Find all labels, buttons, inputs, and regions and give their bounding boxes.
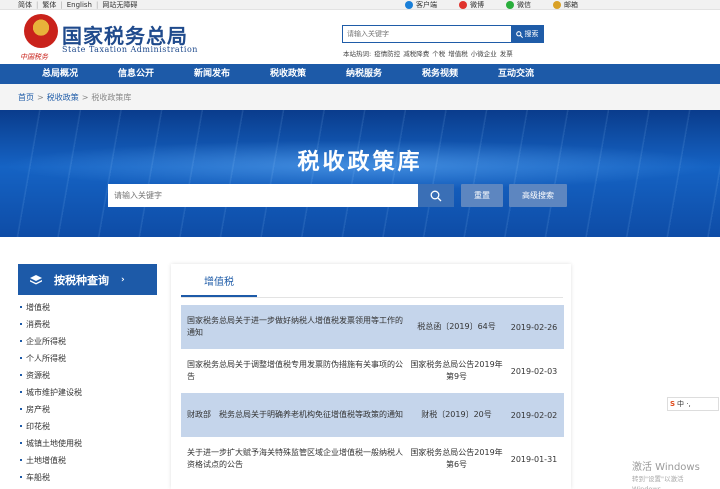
lang-simplified[interactable]: 简体	[18, 0, 32, 10]
policy-title[interactable]: 财政部 税务总局关于明确养老机构免征增值税等政策的通知	[181, 409, 409, 421]
accessibility-link[interactable]: 网站无障碍	[102, 0, 137, 10]
top-utility-bar: 简体 | 繁体 | English | 网站无障碍 客户端 微博 微信 邮箱	[0, 0, 720, 10]
sidebar-item-resource-tax[interactable]: 资源税	[18, 367, 157, 384]
client-link[interactable]: 客户端	[405, 0, 437, 10]
policy-number: 国家税务总局公告2019年第6号	[410, 448, 503, 469]
ime-toolbar[interactable]: S 中 ·,	[667, 397, 719, 411]
top-links: 客户端 微博 微信 邮箱	[405, 0, 600, 10]
policy-date: 2019-02-26	[510, 322, 558, 332]
lang-traditional[interactable]: 繁体	[42, 0, 56, 10]
sidebar-item-property-tax[interactable]: 房产税	[18, 401, 157, 418]
tab-vat[interactable]: 增值税	[181, 273, 257, 297]
sidebar-item-land-appreciation-tax[interactable]: 土地增值税	[18, 452, 157, 469]
site-header: 中国税务 国家税务总局 State Taxation Administratio…	[0, 10, 720, 64]
policy-date: 2019-02-03	[510, 366, 558, 376]
tab-divider	[181, 297, 563, 298]
hot-word[interactable]: 疫情防控	[374, 48, 400, 58]
breadcrumb-current: 税收政策库	[91, 92, 132, 102]
nav-overview[interactable]: 总局概况	[22, 64, 98, 84]
nav-disclosure[interactable]: 信息公开	[98, 64, 174, 84]
table-row[interactable]: 国家税务总局关于进一步做好纳税人增值税发票领用等工作的通知 税总函〔2019〕6…	[181, 305, 564, 349]
policy-number: 财税〔2019〕20号	[421, 410, 492, 419]
breadcrumb-home[interactable]: 首页	[18, 92, 34, 103]
nav-interaction[interactable]: 互动交流	[478, 64, 554, 84]
table-row[interactable]: 关于进一步扩大赋予海关特殊监管区域企业增值税一般纳税人资格试点的公告 国家税务总…	[181, 437, 564, 481]
header-search-button[interactable]: 搜索	[511, 26, 543, 42]
advanced-search-button[interactable]: 高级搜索	[509, 184, 567, 207]
wechat-link[interactable]: 微信	[506, 0, 531, 10]
hot-word[interactable]: 减税降费	[403, 48, 429, 58]
breadcrumb: 首页 > 税收政策 > 税收政策库	[0, 84, 720, 110]
policy-date: 2019-01-31	[510, 454, 558, 464]
main-nav: 总局概况 信息公开 新闻发布 税收政策 纳税服务 税务视频 互动交流	[0, 64, 720, 84]
sidebar-header[interactable]: 按税种查询 ›	[18, 264, 157, 295]
tax-type-list: 增值税 消费税 企业所得税 个人所得税 资源税 城市维护建设税 房产税 印花税 …	[18, 299, 157, 486]
chevron-right-icon: ›	[121, 274, 125, 285]
ime-status: 中 ·,	[677, 400, 691, 408]
phone-icon	[405, 1, 413, 9]
policy-list-panel: 增值税 国家税务总局关于进一步做好纳税人增值税发票领用等工作的通知 税总函〔20…	[171, 264, 571, 489]
national-emblem-icon	[24, 14, 58, 48]
reset-button[interactable]: 重置	[461, 184, 503, 207]
breadcrumb-separator: >	[37, 92, 44, 102]
weibo-link[interactable]: 微博	[459, 0, 484, 10]
banner-title: 税收政策库	[297, 150, 423, 175]
layers-icon	[30, 274, 42, 284]
policy-date: 2019-02-02	[510, 410, 558, 420]
nav-news[interactable]: 新闻发布	[174, 64, 250, 84]
policy-title[interactable]: 关于进一步扩大赋予海关特殊监管区域企业增值税一般纳税人资格试点的公告	[181, 447, 409, 471]
hot-words: 本站热词: 疫情防控 减税降费 个税 增值税 小微企业 发票	[343, 48, 513, 58]
sidebar-item-urban-maintenance-tax[interactable]: 城市维护建设税	[18, 384, 157, 401]
nav-taxpayer-service[interactable]: 纳税服务	[326, 64, 402, 84]
policy-banner: 税收政策库 重置 高级搜索	[0, 110, 720, 237]
breadcrumb-tax-policy[interactable]: 税收政策	[47, 92, 79, 103]
sidebar-item-stamp-tax[interactable]: 印花税	[18, 418, 157, 435]
site-title-en: State Taxation Administration	[62, 45, 198, 54]
hot-word[interactable]: 个税	[432, 48, 445, 58]
policy-number: 税总函〔2019〕64号	[417, 322, 496, 331]
language-switcher: 简体 | 繁体 | English | 网站无障碍	[18, 0, 138, 10]
hot-words-label: 本站热词:	[343, 50, 372, 58]
policy-title[interactable]: 国家税务总局关于进一步做好纳税人增值税发票领用等工作的通知	[181, 315, 409, 339]
header-search: 搜索	[342, 25, 544, 43]
emblem-caption: 中国税务	[20, 53, 48, 61]
table-row[interactable]: 财政部 税务总局关于明确养老机构免征增值税等政策的通知 财税〔2019〕20号 …	[181, 393, 564, 437]
tax-type-sidebar: 按税种查询 › 增值税 消费税 企业所得税 个人所得税 资源税 城市维护建设税 …	[18, 264, 157, 486]
wechat-icon	[506, 1, 514, 9]
policy-search-button[interactable]	[418, 184, 454, 207]
weibo-icon	[459, 1, 467, 9]
sidebar-item-land-use-tax[interactable]: 城镇土地使用税	[18, 435, 157, 452]
nav-tax-policy[interactable]: 税收政策	[250, 64, 326, 84]
breadcrumb-separator: >	[81, 92, 89, 102]
activation-watermark-title: 激活 Windows	[632, 462, 700, 473]
search-icon	[515, 30, 523, 38]
search-icon	[430, 190, 442, 201]
mail-icon	[553, 1, 561, 9]
hot-word[interactable]: 小微企业	[471, 48, 497, 58]
header-search-input[interactable]	[343, 26, 511, 42]
policy-table: 国家税务总局关于进一步做好纳税人增值税发票领用等工作的通知 税总函〔2019〕6…	[181, 305, 564, 481]
sidebar-item-consumption-tax[interactable]: 消费税	[18, 316, 157, 333]
sidebar-title: 按税种查询	[54, 273, 109, 287]
sidebar-item-vat[interactable]: 增值税	[18, 299, 157, 316]
activation-watermark-hint: 转到"设置"以激活 Windows。	[632, 475, 684, 489]
sidebar-item-vehicle-vessel-tax[interactable]: 车船税	[18, 469, 157, 486]
sogou-logo-icon: S	[670, 400, 676, 408]
sidebar-item-corporate-income-tax[interactable]: 企业所得税	[18, 333, 157, 350]
nav-tax-video[interactable]: 税务视频	[402, 64, 478, 84]
hot-word[interactable]: 增值税	[448, 48, 468, 58]
hot-word[interactable]: 发票	[500, 48, 513, 58]
sidebar-item-individual-income-tax[interactable]: 个人所得税	[18, 350, 157, 367]
table-row[interactable]: 国家税务总局关于调整增值税专用发票防伪措施有关事项的公告 国家税务总局公告201…	[181, 349, 564, 393]
mail-link[interactable]: 邮箱	[553, 0, 578, 10]
policy-number: 国家税务总局公告2019年第9号	[410, 360, 503, 381]
policy-search-input[interactable]	[108, 184, 418, 207]
policy-title[interactable]: 国家税务总局关于调整增值税专用发票防伪措施有关事项的公告	[181, 359, 409, 383]
lang-english[interactable]: English	[67, 0, 92, 10]
